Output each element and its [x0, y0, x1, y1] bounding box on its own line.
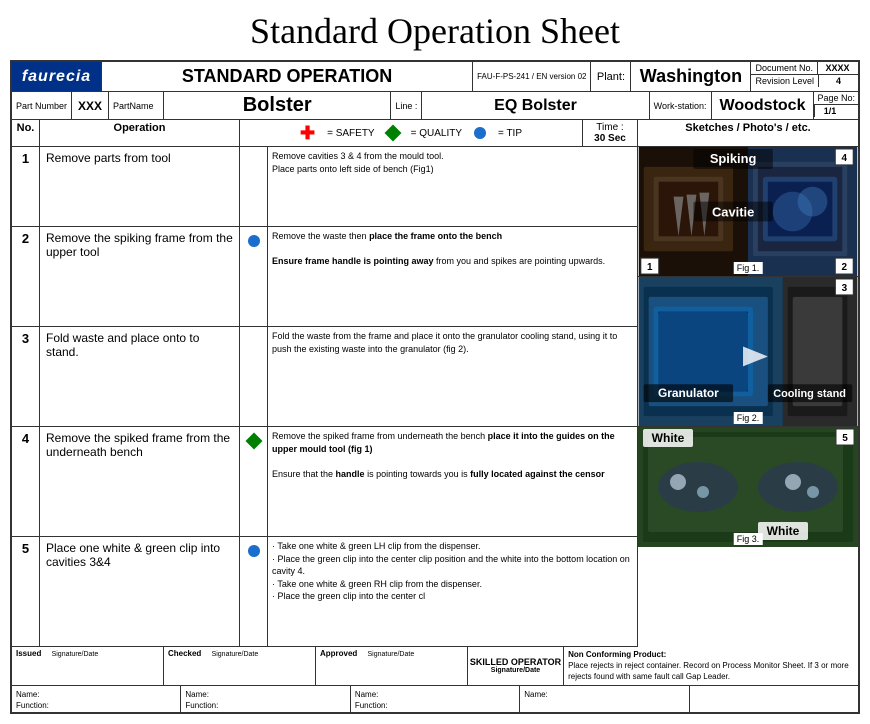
- content-area: 1 Remove parts from tool Remove cavities…: [12, 147, 858, 647]
- approved-cell: Approved Signature/Date: [316, 647, 468, 685]
- tip-label: = TIP: [498, 128, 522, 139]
- svg-text:White: White: [767, 524, 800, 538]
- safety-icon: ✚: [300, 124, 315, 142]
- row-number: 2: [12, 227, 40, 326]
- operation-text: Remove the spiking frame from the upper …: [40, 227, 240, 326]
- table-row: 2 Remove the spiking frame from the uppe…: [12, 227, 637, 327]
- issued-name-cell: Name: Function:: [12, 686, 181, 712]
- row-number: 1: [12, 147, 40, 226]
- safety-label: = SAFETY: [327, 128, 375, 139]
- svg-text:3: 3: [842, 283, 848, 294]
- part-name-val: Bolster: [164, 92, 391, 119]
- svg-text:Granulator: Granulator: [658, 386, 719, 400]
- part-number-label: Part Number: [12, 92, 72, 119]
- row-number: 3: [12, 327, 40, 426]
- tip-symbol-icon: [248, 235, 260, 247]
- svg-text:Spiking: Spiking: [710, 151, 757, 166]
- checked-cell: Checked Signature/Date: [164, 647, 316, 685]
- column-headers: No. Operation ✚ = SAFETY = QUALITY = TIP…: [12, 120, 858, 147]
- operation-text: Fold waste and place onto to stand.: [40, 327, 240, 426]
- col-operation: Operation: [40, 120, 240, 146]
- description-text: Fold the waste from the frame and place …: [268, 327, 637, 426]
- quality-icon: [384, 125, 401, 142]
- svg-text:Cavitie: Cavitie: [712, 204, 754, 219]
- issued-cell: Issued Signature/Date: [12, 647, 164, 685]
- page-info: Page No: 1/1: [814, 92, 858, 119]
- description-text: · Take one white & green LH clip from th…: [268, 537, 637, 646]
- description-text: Remove the spiked frame from underneath …: [268, 427, 637, 536]
- photo-panels: Spiking Cavitie 1 2 4 Fig 1.: [638, 147, 858, 647]
- skilled-name-cell: Name:: [520, 686, 689, 712]
- tip-symbol-icon-2: [248, 545, 260, 557]
- plant-name: Washington: [631, 62, 751, 91]
- description-text: Remove the waste then place the frame on…: [268, 227, 637, 326]
- table-row: 4 Remove the spiked frame from the under…: [12, 427, 637, 537]
- col-no: No.: [12, 120, 40, 146]
- quality-label: = QUALITY: [411, 128, 462, 139]
- workstation-val: Woodstock: [712, 92, 815, 119]
- fig-label-1: Fig 1.: [734, 262, 763, 274]
- non-conforming-cell: Non Conforming Product: Place rejects in…: [564, 647, 858, 685]
- symbol-cell: [240, 537, 268, 646]
- symbol-cell: [240, 327, 268, 426]
- workstation-label: Work-station:: [650, 92, 712, 119]
- row-number: 5: [12, 537, 40, 646]
- col-sketches: Sketches / Photo's / etc.: [638, 120, 858, 146]
- approved-name-cell: Name: Function:: [351, 686, 520, 712]
- std-op-label: STANDARD OPERATION: [102, 62, 473, 91]
- table-row: 1 Remove parts from tool Remove cavities…: [12, 147, 637, 227]
- page-title: Standard Operation Sheet: [0, 0, 870, 60]
- symbol-cell: [240, 427, 268, 536]
- col-time: Time : 30 Sec: [583, 120, 638, 146]
- doc-num: Document No.XXXX Revision Level4: [751, 62, 858, 91]
- svg-text:Cooling stand: Cooling stand: [773, 388, 846, 400]
- fig-label-2: Fig 2.: [734, 412, 763, 424]
- photo-panel-2: Granulator Cooling stand 3 Fig 2.: [638, 277, 858, 427]
- svg-text:1: 1: [647, 262, 653, 273]
- operation-text: Place one white & green clip into caviti…: [40, 537, 240, 646]
- part-number-val: XXX: [72, 92, 109, 119]
- symbol-cell: [240, 227, 268, 326]
- description-text: Remove cavities 3 & 4 from the mould too…: [268, 147, 637, 226]
- fig-label-3: Fig 3.: [734, 533, 763, 545]
- skilled-operator-cell: SKILLED OPERATOR Signature/Date: [468, 647, 564, 685]
- photo-panel-3: White White 5 Fig 3.: [638, 427, 858, 547]
- operations-list: 1 Remove parts from tool Remove cavities…: [12, 147, 638, 647]
- row-number: 4: [12, 427, 40, 536]
- svg-text:4: 4: [841, 153, 847, 164]
- line-label: Line :: [391, 92, 422, 119]
- table-row: 5 Place one white & green clip into cavi…: [12, 537, 637, 647]
- table-row: 3 Fold waste and place onto to stand. Fo…: [12, 327, 637, 427]
- svg-text:5: 5: [842, 433, 848, 444]
- svg-text:White: White: [652, 431, 685, 445]
- operation-text: Remove parts from tool: [40, 147, 240, 226]
- svg-text:2: 2: [841, 262, 847, 273]
- part-name-label: PartName: [109, 92, 164, 119]
- symbol-cell: [240, 147, 268, 226]
- sheet: faurecia STANDARD OPERATION FAU-F-PS-241…: [10, 60, 860, 714]
- non-conf-bottom: [690, 686, 858, 712]
- operation-text: Remove the spiked frame from the underne…: [40, 427, 240, 536]
- footer-row1: Issued Signature/Date Checked Signature/…: [12, 647, 858, 686]
- logo: faurecia: [12, 62, 102, 91]
- header-row1: faurecia STANDARD OPERATION FAU-F-PS-241…: [12, 62, 858, 92]
- tip-icon: [474, 127, 486, 139]
- checked-name-cell: Name: Function:: [181, 686, 350, 712]
- header-row2: Part Number XXX PartName Bolster Line : …: [12, 92, 858, 120]
- photo-panel-1: Spiking Cavitie 1 2 4 Fig 1.: [638, 147, 858, 277]
- plant-label: Plant:: [591, 62, 631, 91]
- col-legend: ✚ = SAFETY = QUALITY = TIP: [240, 120, 583, 146]
- quality-symbol-icon: [245, 433, 262, 450]
- doc-ref: FAU-F-PS-241 / EN version 02: [473, 62, 591, 91]
- footer-row2: Name: Function: Name: Function: Name: Fu…: [12, 686, 858, 712]
- line-val: EQ Bolster: [422, 92, 649, 119]
